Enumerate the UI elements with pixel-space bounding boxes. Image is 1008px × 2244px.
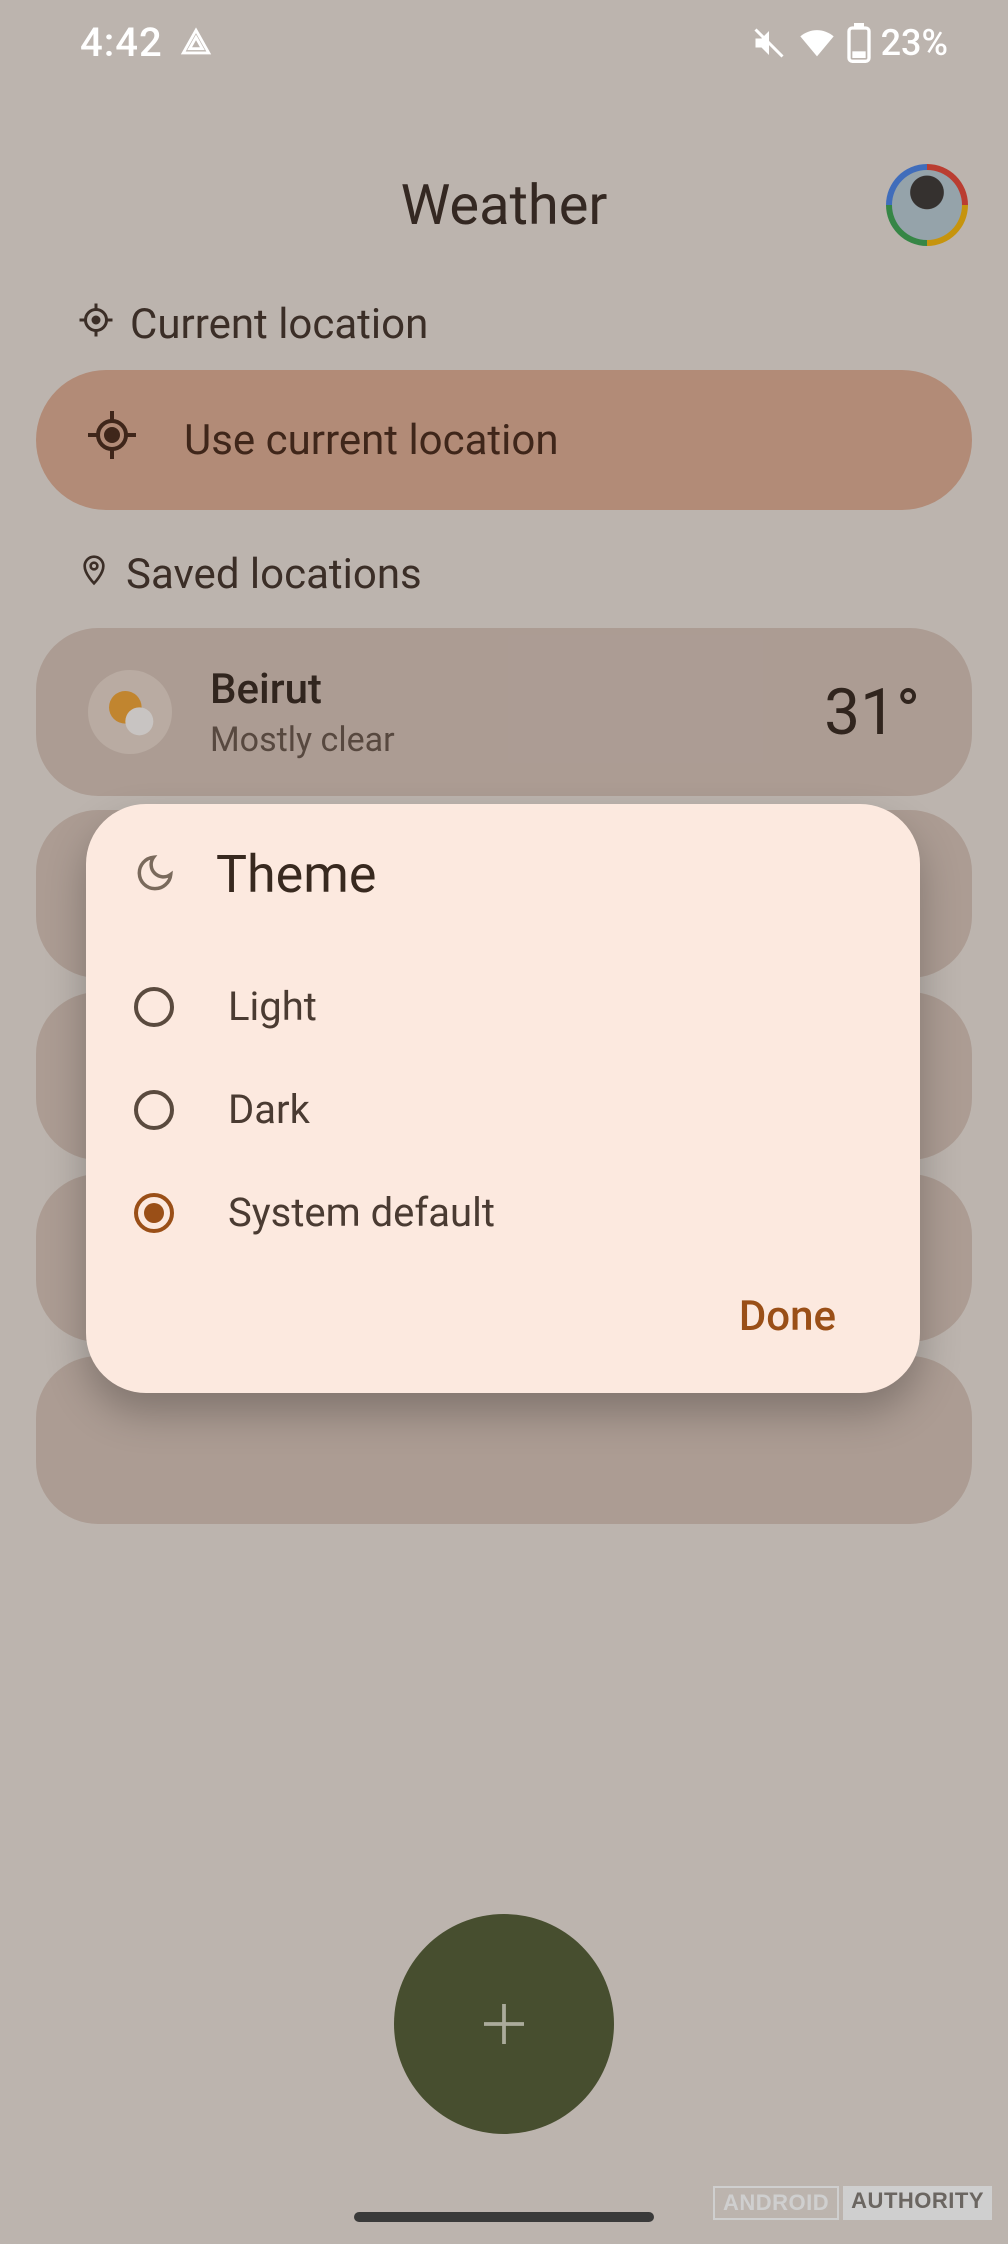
- theme-option-light[interactable]: Light: [130, 955, 876, 1058]
- location-city: Beirut: [210, 665, 824, 714]
- moon-icon: [134, 852, 176, 898]
- location-condition: Mostly clear: [210, 720, 824, 760]
- radio-icon: [134, 1090, 174, 1130]
- current-location-section-label: Current location: [0, 300, 1008, 349]
- radio-icon-selected: [134, 1193, 174, 1233]
- mute-icon: [751, 25, 787, 61]
- location-card[interactable]: Beirut Mostly clear 31°: [36, 628, 972, 796]
- page-title: Weather: [401, 172, 608, 238]
- profile-avatar[interactable]: [888, 166, 966, 244]
- saved-locations-section-label: Saved locations: [0, 550, 1008, 599]
- weather-icon-mostly-clear: [88, 670, 172, 754]
- theme-option-label: Light: [228, 983, 317, 1030]
- target-icon: [88, 411, 136, 470]
- app-header: Weather: [0, 145, 1008, 265]
- target-icon: [78, 300, 114, 349]
- done-button[interactable]: Done: [739, 1292, 836, 1341]
- theme-option-system-default[interactable]: System default: [130, 1161, 876, 1264]
- drive-icon: [179, 26, 213, 60]
- radio-icon: [134, 987, 174, 1027]
- battery-icon: [847, 23, 871, 63]
- navigation-handle[interactable]: [354, 2212, 654, 2222]
- theme-option-label: System default: [228, 1189, 495, 1236]
- theme-option-dark[interactable]: Dark: [130, 1058, 876, 1161]
- wifi-icon: [797, 23, 837, 63]
- status-bar: 4:42 23%: [0, 0, 1008, 85]
- pin-icon: [78, 550, 110, 599]
- use-current-location-label: Use current location: [184, 416, 559, 465]
- use-current-location-button[interactable]: Use current location: [36, 370, 972, 510]
- dialog-title: Theme: [216, 844, 376, 905]
- battery-text: 23%: [881, 22, 948, 64]
- status-time: 4:42: [80, 19, 163, 66]
- theme-dialog: Theme Light Dark System default Done: [86, 804, 920, 1393]
- location-temperature: 31°: [824, 675, 920, 750]
- theme-option-label: Dark: [228, 1086, 310, 1133]
- watermark: ANDROID AUTHORITY: [713, 2186, 992, 2220]
- add-location-fab[interactable]: [394, 1914, 614, 2134]
